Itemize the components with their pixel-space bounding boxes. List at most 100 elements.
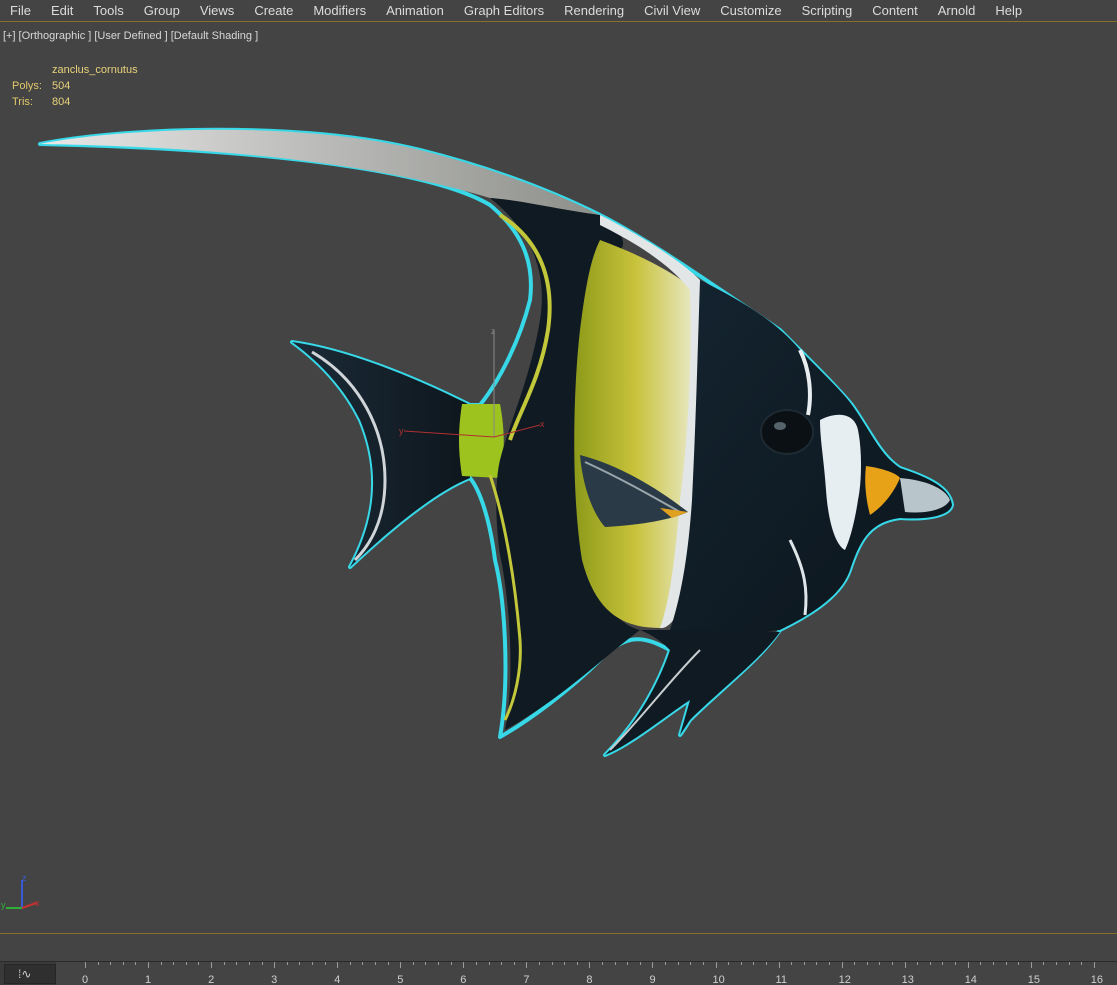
- frame-minor-tick: [261, 962, 263, 965]
- frame-tick: [337, 962, 339, 968]
- frame-minor-tick: [198, 962, 200, 965]
- frame-minor-tick: [311, 962, 313, 965]
- frame-minor-tick: [110, 962, 112, 965]
- frame-minor-tick: [917, 962, 919, 965]
- frame-minor-tick: [475, 962, 477, 965]
- frame-minor-tick: [690, 962, 692, 965]
- frame-minor-tick: [765, 962, 767, 965]
- menu-civil-view[interactable]: Civil View: [635, 0, 711, 21]
- frame-tick: [148, 962, 150, 968]
- frame-minor-tick: [602, 962, 603, 965]
- frame-tick: [526, 962, 528, 968]
- frame-minor-tick: [1018, 962, 1020, 965]
- menu-file[interactable]: File: [0, 0, 42, 21]
- frame-minor-tick: [1043, 962, 1045, 965]
- frame-minor-tick: [122, 962, 124, 965]
- fish-eye: [760, 409, 814, 455]
- frame-minor-tick: [173, 962, 175, 965]
- frame-tick: [715, 962, 717, 968]
- frame-tick-label: 13: [901, 974, 914, 985]
- menu-views[interactable]: Views: [191, 0, 245, 21]
- frame-minor-tick: [538, 962, 540, 965]
- frame-tick: [211, 962, 213, 968]
- frame-minor-tick: [665, 962, 667, 965]
- curve-editor-icon: ⁞∿: [18, 967, 32, 981]
- menu-content[interactable]: Content: [863, 0, 929, 21]
- frame-minor-tick: [564, 962, 566, 965]
- frame-minor-tick: [728, 962, 730, 965]
- frame-minor-tick: [425, 962, 427, 965]
- frame-tick-label: 15: [1027, 974, 1040, 985]
- frame-minor-tick: [803, 962, 805, 965]
- max-window: File Edit Tools Group Views Create Modif…: [0, 0, 1117, 985]
- frame-minor-tick: [450, 962, 452, 965]
- menu-graph-editors[interactable]: Graph Editors: [455, 0, 555, 21]
- frame-minor-tick: [362, 962, 364, 965]
- frame-minor-tick: [349, 962, 351, 965]
- frame-tick-label: 2: [208, 974, 215, 985]
- frame-ruler[interactable]: 0 1 2 3 4 5 6 7 8 9 10 11 12 13 14 15 16: [56, 962, 1117, 985]
- frame-minor-tick: [627, 962, 629, 965]
- menu-help[interactable]: Help: [986, 0, 1033, 21]
- frame-minor-tick: [513, 962, 515, 965]
- menu-modifiers[interactable]: Modifiers: [304, 0, 377, 21]
- frame-tick-label: 1: [145, 974, 152, 985]
- frame-minor-tick: [677, 962, 679, 965]
- menu-customize[interactable]: Customize: [711, 0, 792, 21]
- frame-minor-tick: [551, 962, 553, 965]
- menu-group[interactable]: Group: [135, 0, 191, 21]
- frame-minor-tick: [866, 962, 868, 965]
- curve-editor-button[interactable]: ⁞∿: [4, 964, 56, 984]
- frame-tick-label: 4: [334, 974, 341, 985]
- fish-model[interactable]: z y x: [0, 23, 1117, 933]
- menu-arnold[interactable]: Arnold: [929, 0, 987, 21]
- frame-tick-label: 5: [397, 974, 404, 985]
- frame-minor-tick: [576, 962, 578, 965]
- frame-tick: [652, 962, 654, 968]
- frame-minor-tick: [488, 962, 490, 965]
- frame-tick-label: 10: [712, 974, 725, 985]
- menu-animation[interactable]: Animation: [377, 0, 455, 21]
- anal-fin: [605, 630, 780, 755]
- menu-edit[interactable]: Edit: [42, 0, 84, 21]
- frame-minor-tick: [135, 962, 137, 965]
- menu-bar: File Edit Tools Group Views Create Modif…: [0, 0, 1117, 22]
- frame-minor-tick: [828, 962, 830, 965]
- frame-minor-tick: [324, 962, 326, 965]
- frame-minor-tick: [223, 962, 225, 965]
- frame-minor-tick: [753, 962, 755, 965]
- frame-tick: [400, 962, 402, 968]
- menu-tools[interactable]: Tools: [84, 0, 134, 21]
- time-slider-bar[interactable]: [0, 933, 1117, 961]
- tail-fin: [292, 342, 470, 567]
- frame-tick-label: 6: [460, 974, 467, 985]
- frame-minor-tick: [1055, 962, 1057, 965]
- gizmo-x-label: x: [540, 419, 545, 429]
- frame-tick: [274, 962, 276, 968]
- menu-scripting[interactable]: Scripting: [793, 0, 864, 21]
- frame-tick: [1093, 962, 1095, 968]
- frame-minor-tick: [854, 962, 856, 965]
- menu-create[interactable]: Create: [245, 0, 304, 21]
- perspective-viewport[interactable]: [+] [Orthographic ] [User Defined ] [Defaul…: [0, 23, 1117, 933]
- gizmo-y-label: y: [399, 426, 404, 436]
- frame-tick-label: 9: [649, 974, 656, 985]
- frame-minor-tick: [1005, 962, 1007, 965]
- frame-tick: [1030, 962, 1032, 968]
- frame-minor-tick: [501, 962, 503, 965]
- axis-z-label: z: [22, 873, 27, 883]
- menu-rendering[interactable]: Rendering: [555, 0, 635, 21]
- frame-minor-tick: [387, 962, 389, 965]
- frame-tick-label: 12: [838, 974, 851, 985]
- frame-minor-tick: [160, 962, 162, 965]
- frame-minor-tick: [248, 962, 250, 965]
- frame-minor-tick: [879, 962, 881, 965]
- frame-tick-label: 7: [523, 974, 530, 985]
- frame-tick: [463, 962, 465, 968]
- frame-minor-tick: [236, 962, 238, 965]
- frame-tick-label: 8: [586, 974, 593, 985]
- frame-tick: [85, 962, 86, 968]
- frame-minor-tick: [412, 962, 414, 965]
- track-bar[interactable]: ⁞∿ 0 1 2 3 4 5 6 7 8 9 10 11 12 13 14 15 16: [0, 961, 1117, 985]
- frame-tick: [778, 962, 780, 968]
